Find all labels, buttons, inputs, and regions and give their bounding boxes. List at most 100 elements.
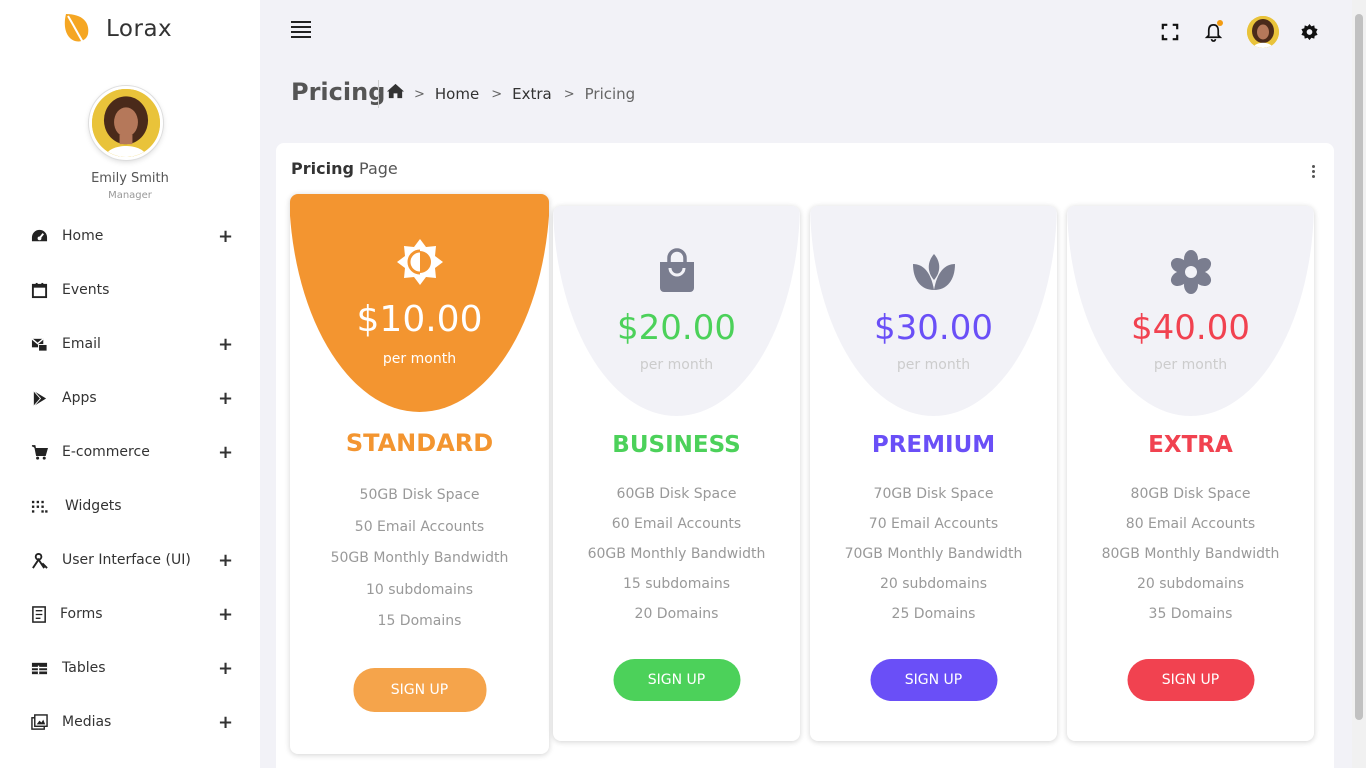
signup-button[interactable]: SIGN UP [1127, 659, 1254, 701]
sidebar-item-label: Email [62, 336, 101, 352]
expand-plus-icon[interactable]: + [218, 226, 233, 247]
feature-item: 50 Email Accounts [354, 518, 485, 535]
expand-plus-icon[interactable]: + [218, 388, 233, 409]
feature-item: 15 Domains [377, 613, 462, 629]
sidebar-item-label: Events [62, 282, 110, 298]
feature-item: 80GB Disk Space [1130, 486, 1251, 502]
sun-icon [395, 237, 445, 287]
breadcrumb-home-icon[interactable] [386, 82, 406, 102]
feature-item: 60 Email Accounts [611, 516, 742, 532]
plan-name: PREMIUM [871, 432, 996, 458]
more-options-icon[interactable] [1312, 165, 1316, 179]
feature-item: 15 subdomains [622, 576, 731, 592]
plan-features: 80GB Disk Space 80 Email Accounts 80GB M… [1067, 479, 1314, 629]
signup-button[interactable]: SIGN UP [870, 659, 997, 701]
feature-item: 80GB Monthly Bandwidth [1101, 546, 1280, 562]
sidebar-item-label: E-commerce [62, 444, 150, 460]
expand-plus-icon[interactable]: + [218, 604, 233, 625]
feature-item: 80 Email Accounts [1125, 516, 1256, 532]
dashboard-icon [30, 227, 48, 245]
plan-features: 50GB Disk Space 50 Email Accounts 50GB M… [290, 480, 549, 638]
plan-name: EXTRA [1148, 432, 1233, 458]
sidebar-item-email[interactable]: Email + [0, 317, 260, 371]
profile-name: Emily Smith [91, 171, 169, 186]
card-title-bold: Pricing [291, 159, 354, 178]
sidebar-item-ecommerce[interactable]: E-commerce + [0, 425, 260, 479]
signup-button[interactable]: SIGN UP [353, 668, 486, 712]
breadcrumb-home-link[interactable]: Home [435, 85, 479, 103]
calendar-icon [30, 281, 48, 299]
grid-dots-icon [30, 497, 48, 515]
sidebar: Lorax Emily Smith Manager Home + Events [0, 0, 260, 768]
expand-plus-icon[interactable]: + [218, 442, 233, 463]
sidebar-item-label: Widgets [65, 498, 122, 514]
expand-plus-icon[interactable]: + [218, 550, 233, 571]
brand-logo[interactable]: Lorax [62, 12, 172, 46]
sidebar-item-medias[interactable]: Medias + [0, 695, 260, 749]
card-title: Pricing Page [291, 159, 398, 178]
shopping-bag-icon [656, 248, 698, 294]
feature-item: 20 Domains [634, 606, 719, 622]
breadcrumb-extra-link[interactable]: Extra [512, 85, 552, 103]
profile-avatar[interactable] [89, 86, 163, 160]
plan-period: per month [896, 357, 971, 373]
feature-item: 25 Domains [891, 606, 976, 622]
profile-role: Manager [108, 190, 152, 201]
sidebar-item-label: User Interface (UI) [62, 552, 191, 568]
breadcrumb-separator: > [563, 86, 575, 102]
breadcrumb: > Home > Extra > Pricing [414, 85, 635, 103]
sidebar-item-apps[interactable]: Apps + [0, 371, 260, 425]
menu-toggle-button[interactable] [291, 21, 311, 38]
title-divider [378, 80, 379, 108]
cart-icon [30, 443, 48, 461]
expand-plus-icon[interactable]: + [218, 712, 233, 733]
plan-price: $40.00 [1131, 308, 1250, 348]
sidebar-item-widgets[interactable]: Widgets [0, 479, 260, 533]
expand-plus-icon[interactable]: + [218, 658, 233, 679]
page-scrollbar[interactable] [1352, 0, 1366, 768]
feature-item: 35 Domains [1148, 606, 1233, 622]
feature-item: 50GB Disk Space [359, 487, 480, 503]
sidebar-item-tables[interactable]: Tables + [0, 641, 260, 695]
plan-premium: $30.00 per month PREMIUM 70GB Disk Space… [810, 206, 1057, 741]
user-interface-icon [30, 551, 48, 569]
form-icon [30, 605, 48, 623]
sidebar-item-user-interface[interactable]: User Interface (UI) + [0, 533, 260, 587]
plan-features: 70GB Disk Space 70 Email Accounts 70GB M… [810, 479, 1057, 629]
plan-period: per month [639, 357, 714, 373]
page-title: Pricing [291, 78, 386, 106]
feature-item: 70GB Disk Space [873, 486, 994, 502]
feature-item: 60GB Disk Space [616, 486, 737, 502]
breadcrumb-separator: > [491, 86, 503, 102]
sidebar-nav: Home + Events Email + Apps + E-commerce … [0, 209, 260, 749]
notification-dot [1217, 20, 1223, 26]
user-avatar[interactable] [1247, 16, 1279, 48]
plan-name: STANDARD [345, 429, 494, 457]
email-icon [30, 335, 48, 353]
plan-extra: $40.00 per month EXTRA 80GB Disk Space 8… [1067, 206, 1314, 741]
feature-item: 70GB Monthly Bandwidth [844, 546, 1023, 562]
plan-period: per month [1153, 357, 1228, 373]
sidebar-item-forms[interactable]: Forms + [0, 587, 260, 641]
scrollbar-thumb[interactable] [1355, 14, 1363, 720]
settings-gear-icon[interactable] [1297, 20, 1321, 44]
plan-period: per month [382, 351, 457, 367]
sidebar-item-label: Tables [62, 660, 106, 676]
fullscreen-icon[interactable] [1158, 20, 1182, 44]
feature-item: 70 Email Accounts [868, 516, 999, 532]
feature-item: 20 subdomains [879, 576, 988, 592]
sidebar-item-label: Forms [60, 606, 103, 622]
sidebar-item-home[interactable]: Home + [0, 209, 260, 263]
sidebar-item-events[interactable]: Events [0, 263, 260, 317]
feature-item: 20 subdomains [1136, 576, 1245, 592]
plan-price: $10.00 [356, 299, 483, 340]
expand-plus-icon[interactable]: + [218, 334, 233, 355]
plan-price: $30.00 [874, 308, 993, 348]
media-icon [30, 713, 48, 731]
feature-item: 50GB Monthly Bandwidth [330, 550, 509, 566]
table-icon [30, 659, 48, 677]
plan-features: 60GB Disk Space 60 Email Accounts 60GB M… [553, 479, 800, 629]
signup-button[interactable]: SIGN UP [613, 659, 740, 701]
feature-item: 10 subdomains [365, 581, 474, 598]
notification-bell-icon[interactable] [1201, 20, 1225, 44]
